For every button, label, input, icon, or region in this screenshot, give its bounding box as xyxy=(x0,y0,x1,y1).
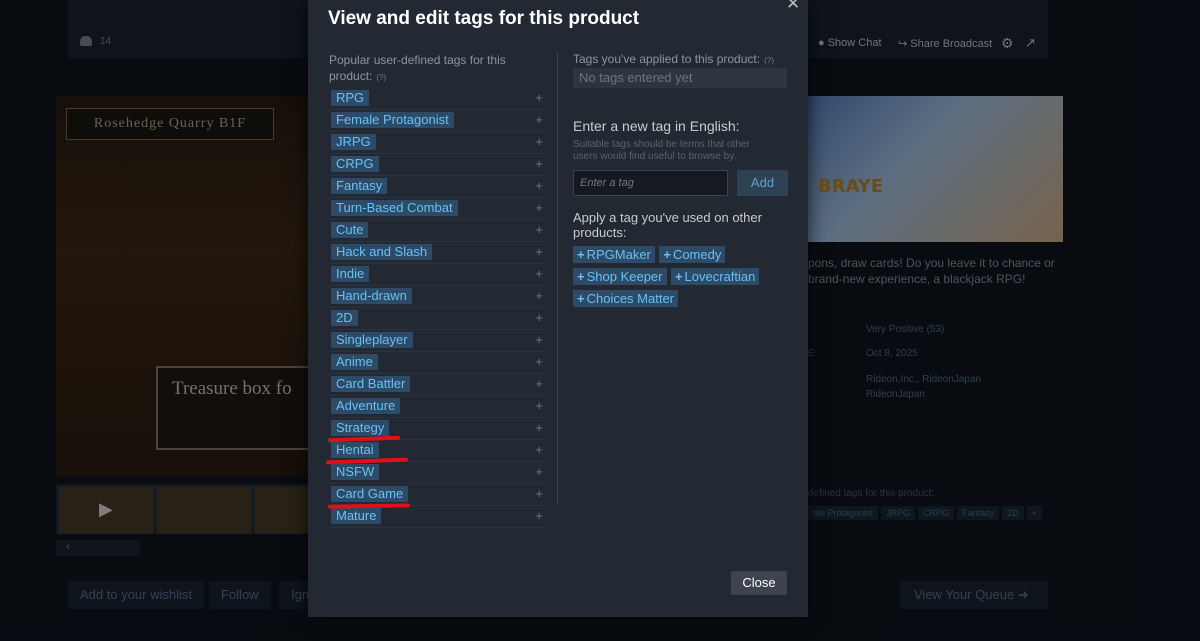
popular-tag[interactable]: RPG xyxy=(331,90,370,106)
popular-tag[interactable]: NSFW xyxy=(331,464,380,480)
add-tag-plus-icon[interactable]: + xyxy=(535,487,543,501)
popular-tag[interactable]: Singleplayer xyxy=(331,332,413,348)
popular-tag-row: Indie + xyxy=(329,264,545,286)
plus-icon: + xyxy=(663,247,671,262)
add-tag-plus-icon[interactable]: + xyxy=(535,267,543,281)
popular-tag-row: Mature + xyxy=(329,506,545,528)
modal-title: View and edit tags for this product xyxy=(328,8,640,29)
popular-tag-row: Anime + xyxy=(329,352,545,374)
popular-tag[interactable]: 2D xyxy=(331,310,358,326)
popular-tag[interactable]: Card Game xyxy=(331,486,409,502)
popular-tag[interactable]: Turn-Based Combat xyxy=(331,200,458,216)
popular-tag-row: RPG + xyxy=(329,88,545,110)
previous-tags-list: + RPGMaker + Comedy + Shop Keeper + Lovecraf… xyxy=(573,246,793,312)
new-tag-input[interactable] xyxy=(573,170,728,196)
popular-tag[interactable]: Adventure xyxy=(331,398,401,414)
previous-tag-label: Choices Matter xyxy=(586,291,675,306)
popular-tag[interactable]: Card Battler xyxy=(331,376,411,392)
new-tag-hint: Suitable tags should be terms that other… xyxy=(573,139,750,162)
popular-tag[interactable]: Hentai xyxy=(331,442,379,458)
add-tag-plus-icon[interactable]: + xyxy=(535,91,543,105)
popular-tag[interactable]: CRPG xyxy=(331,156,379,172)
popular-tag-row: Female Protagonist + xyxy=(329,110,545,132)
popular-tag[interactable]: Hack and Slash xyxy=(331,244,433,260)
popular-tags-column: Popular user-defined tags for this produ… xyxy=(329,52,545,528)
popular-tag-row: 2D + xyxy=(329,308,545,330)
popular-tag[interactable]: JRPG xyxy=(331,134,376,150)
tag-editor-modal: View and edit tags for this product ✕ Po… xyxy=(308,0,808,617)
add-tag-plus-icon[interactable]: + xyxy=(535,135,543,149)
previous-tag-label: RPGMaker xyxy=(586,247,651,262)
plus-icon: + xyxy=(674,269,683,284)
applied-tags-label: Tags you've applied to this product: (?) xyxy=(573,52,774,66)
popular-tag[interactable]: Anime xyxy=(331,354,378,370)
popular-tag[interactable]: Mature xyxy=(331,508,382,524)
popular-tag-row: Hack and Slash + xyxy=(329,242,545,264)
popular-tag-row: Cute + xyxy=(329,220,545,242)
add-tag-plus-icon[interactable]: + xyxy=(535,179,543,193)
popular-tag[interactable]: Indie xyxy=(331,266,370,282)
add-tag-plus-icon[interactable]: + xyxy=(535,311,543,325)
applied-tags-box: No tags entered yet xyxy=(573,68,787,88)
previous-tag[interactable]: + Lovecraftian xyxy=(670,268,760,285)
popular-tag[interactable]: Female Protagonist xyxy=(331,112,454,128)
popular-tag[interactable]: Strategy xyxy=(331,420,390,436)
add-tag-plus-icon[interactable]: + xyxy=(535,355,543,369)
popular-tag-row: NSFW + xyxy=(329,462,545,484)
popular-tags-label: Popular user-defined tags for this produ… xyxy=(329,53,506,83)
previous-tag-label: Comedy xyxy=(672,247,722,262)
add-tag-plus-icon[interactable]: + xyxy=(535,465,543,479)
plus-icon: + xyxy=(577,291,585,306)
add-tag-plus-icon[interactable]: + xyxy=(535,157,543,171)
apply-tags-heading: Apply a tag you've used on other product… xyxy=(573,210,762,240)
help-icon[interactable]: (?) xyxy=(764,56,774,65)
help-icon[interactable]: (?) xyxy=(376,73,386,82)
add-tag-button[interactable]: Add xyxy=(737,170,788,196)
previous-tag[interactable]: + RPGMaker xyxy=(573,246,655,263)
column-divider xyxy=(557,52,558,504)
popular-tag[interactable]: Fantasy xyxy=(331,178,388,194)
popular-tag-row: Card Battler + xyxy=(329,374,545,396)
add-tag-plus-icon[interactable]: + xyxy=(535,377,543,391)
previous-tag-label: Shop Keeper xyxy=(586,269,663,284)
plus-icon: + xyxy=(577,269,585,284)
add-tag-plus-icon[interactable]: + xyxy=(535,443,543,457)
previous-tag-label: Lovecraftian xyxy=(684,269,756,284)
close-icon[interactable]: ✕ xyxy=(786,0,800,14)
popular-tag[interactable]: Hand-drawn xyxy=(331,288,412,304)
popular-tag-row: JRPG + xyxy=(329,132,545,154)
popular-tag-row: Hand-drawn + xyxy=(329,286,545,308)
new-tag-heading: Enter a new tag in English: xyxy=(573,118,740,134)
previous-tag[interactable]: + Shop Keeper xyxy=(573,268,667,285)
add-tag-plus-icon[interactable]: + xyxy=(535,399,543,413)
add-tag-plus-icon[interactable]: + xyxy=(535,201,543,215)
popular-tag-row: Card Game + xyxy=(329,484,545,506)
my-tags-column: Tags you've applied to this product: (?) … xyxy=(573,52,793,307)
add-tag-plus-icon[interactable]: + xyxy=(535,333,543,347)
previous-tag[interactable]: + Comedy xyxy=(659,246,726,263)
add-tag-plus-icon[interactable]: + xyxy=(535,421,543,435)
popular-tag-row: CRPG + xyxy=(329,154,545,176)
popular-tag[interactable]: Cute xyxy=(331,222,369,238)
close-button[interactable]: Close xyxy=(731,571,787,595)
add-tag-plus-icon[interactable]: + xyxy=(535,509,543,523)
previous-tag[interactable]: + Choices Matter xyxy=(573,290,679,307)
popular-tag-row: Fantasy + xyxy=(329,176,545,198)
popular-tag-row: Turn-Based Combat + xyxy=(329,198,545,220)
popular-tag-row: Singleplayer + xyxy=(329,330,545,352)
add-tag-plus-icon[interactable]: + xyxy=(535,289,543,303)
plus-icon: + xyxy=(577,247,585,262)
popular-tag-row: Adventure + xyxy=(329,396,545,418)
add-tag-plus-icon[interactable]: + xyxy=(535,245,543,259)
add-tag-plus-icon[interactable]: + xyxy=(535,223,543,237)
add-tag-plus-icon[interactable]: + xyxy=(535,113,543,127)
